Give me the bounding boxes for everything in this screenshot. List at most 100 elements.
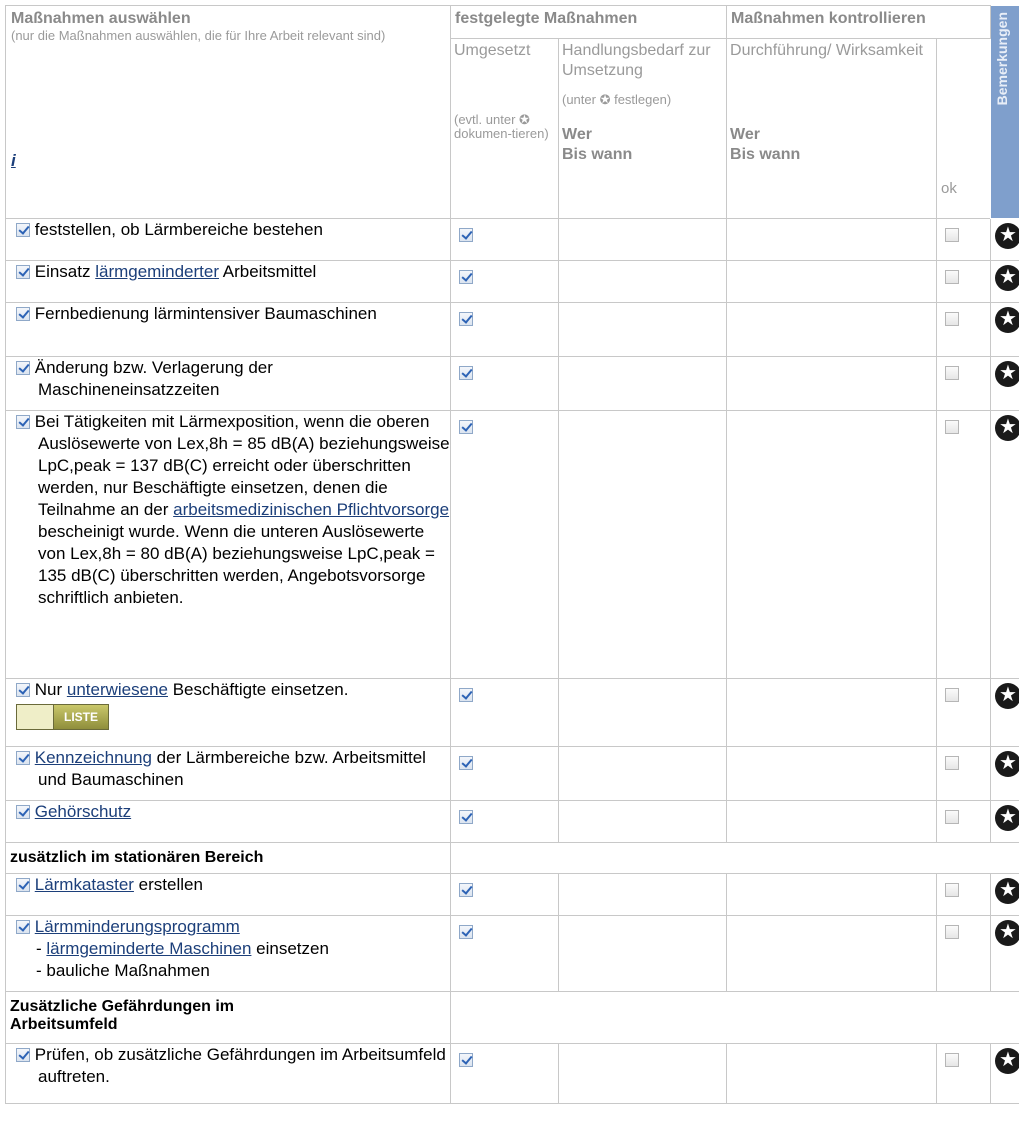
until-when-label-2: Bis wann xyxy=(730,146,801,163)
execution-cell[interactable] xyxy=(726,746,938,801)
implemented-checkbox[interactable] xyxy=(459,366,473,380)
ok-checkbox[interactable] xyxy=(945,925,960,939)
execution-cell[interactable] xyxy=(726,678,938,747)
implemented-checkbox[interactable] xyxy=(459,756,473,770)
info-link[interactable]: i xyxy=(11,151,16,170)
select-checkbox[interactable] xyxy=(16,223,30,237)
implemented-checkbox[interactable] xyxy=(459,312,473,326)
measure-link[interactable]: lärmgeminderter xyxy=(95,262,219,281)
remarks-star-icon[interactable] xyxy=(995,414,1019,441)
remarks-star-icon[interactable] xyxy=(995,919,1019,946)
measure-cell: Änderung bzw. Verlagerung der Maschinene… xyxy=(5,356,451,411)
section-title: zusätzlich im stationären Bereich xyxy=(5,842,451,874)
implemented-checkbox[interactable] xyxy=(459,420,473,434)
implemented-cell xyxy=(450,1043,559,1104)
ok-checkbox[interactable] xyxy=(945,228,960,242)
action-cell[interactable] xyxy=(557,410,728,679)
execution-cell[interactable] xyxy=(726,915,938,992)
implemented-cell xyxy=(450,915,559,992)
ok-cell xyxy=(936,678,992,747)
execution-cell[interactable] xyxy=(726,302,938,357)
remarks-star-icon[interactable] xyxy=(995,222,1019,249)
execution-cell[interactable] xyxy=(726,1043,938,1104)
table-row: Gehörschutz xyxy=(5,800,1019,843)
ok-cell xyxy=(936,800,992,843)
implemented-checkbox[interactable] xyxy=(459,270,473,284)
implemented-cell xyxy=(450,218,559,261)
remarks-star-icon[interactable] xyxy=(995,306,1019,333)
select-checkbox[interactable] xyxy=(16,683,30,697)
action-cell[interactable] xyxy=(557,302,728,357)
remarks-star-icon[interactable] xyxy=(995,804,1019,831)
action-cell[interactable] xyxy=(557,1043,728,1104)
section-filler xyxy=(449,991,1019,1044)
measure-link[interactable]: Lärmkataster xyxy=(35,875,134,894)
action-needed-header: Handlungsbedarf zur Umsetzung (unter ✪ f… xyxy=(557,38,728,219)
remarks-star-icon[interactable] xyxy=(995,750,1019,777)
measure-link[interactable]: Lärmminderungsprogramm xyxy=(35,917,240,936)
implemented-cell xyxy=(450,302,559,357)
select-checkbox[interactable] xyxy=(16,265,30,279)
remarks-star-icon[interactable] xyxy=(995,1047,1019,1074)
select-checkbox[interactable] xyxy=(16,361,30,375)
implemented-cell xyxy=(450,410,559,679)
implemented-checkbox[interactable] xyxy=(459,688,473,702)
who-label: Wer xyxy=(562,126,592,143)
table-row: Einsatz lärmgeminderter Arbeitsmittel xyxy=(5,260,1019,303)
measure-link[interactable]: arbeitsmedizinischen Pflichtvorsorge xyxy=(173,500,449,519)
action-cell[interactable] xyxy=(557,678,728,747)
ok-cell xyxy=(936,915,992,992)
execution-cell[interactable] xyxy=(726,356,938,411)
action-cell[interactable] xyxy=(557,356,728,411)
liste-button[interactable]: LISTE xyxy=(16,704,110,730)
remarks-star-icon[interactable] xyxy=(995,264,1019,291)
ok-checkbox[interactable] xyxy=(945,420,960,434)
remarks-star-icon[interactable] xyxy=(995,682,1019,709)
ok-checkbox[interactable] xyxy=(945,688,960,702)
ok-checkbox[interactable] xyxy=(945,366,960,380)
measure-link[interactable]: unterwiesene xyxy=(67,680,168,699)
select-checkbox[interactable] xyxy=(16,805,30,819)
ok-checkbox[interactable] xyxy=(945,883,960,897)
measure-label: Prüfen, ob zusätzliche Gefährdungen im A… xyxy=(34,1045,446,1086)
ok-checkbox[interactable] xyxy=(945,810,960,824)
select-checkbox[interactable] xyxy=(16,307,30,321)
sub-measure-link[interactable]: lärmgeminderte Maschinen xyxy=(46,939,251,958)
ok-cell xyxy=(936,873,992,916)
measure-link[interactable]: Kennzeichnung xyxy=(35,748,152,767)
implemented-checkbox[interactable] xyxy=(459,1053,473,1067)
execution-cell[interactable] xyxy=(726,800,938,843)
select-checkbox[interactable] xyxy=(16,415,30,429)
action-cell[interactable] xyxy=(557,873,728,916)
execution-cell[interactable] xyxy=(726,260,938,303)
remarks-star-icon[interactable] xyxy=(995,360,1019,387)
execution-cell[interactable] xyxy=(726,873,938,916)
section-row: Zusätzliche Gefährdungen im Arbeitsumfel… xyxy=(5,991,1019,1044)
action-cell[interactable] xyxy=(557,746,728,801)
table-row: Kennzeichnung der Lärmbereiche bzw. Arbe… xyxy=(5,746,1019,801)
action-cell[interactable] xyxy=(557,800,728,843)
remarks-cell xyxy=(990,410,1019,679)
action-cell[interactable] xyxy=(557,260,728,303)
measure-link[interactable]: Gehörschutz xyxy=(35,802,131,821)
select-checkbox[interactable] xyxy=(16,751,30,765)
remarks-cell xyxy=(990,678,1019,747)
action-cell[interactable] xyxy=(557,218,728,261)
ok-checkbox[interactable] xyxy=(945,312,960,326)
implemented-checkbox[interactable] xyxy=(459,883,473,897)
implemented-checkbox[interactable] xyxy=(459,810,473,824)
action-cell[interactable] xyxy=(557,915,728,992)
select-checkbox[interactable] xyxy=(16,920,30,934)
ok-checkbox[interactable] xyxy=(945,1053,960,1067)
ok-checkbox[interactable] xyxy=(945,756,960,770)
implemented-checkbox[interactable] xyxy=(459,228,473,242)
implemented-checkbox[interactable] xyxy=(459,925,473,939)
select-measures-header: Maßnahmen auswählen (nur die Maßnahmen a… xyxy=(5,5,451,219)
select-checkbox[interactable] xyxy=(16,878,30,892)
section-filler xyxy=(449,842,1019,874)
ok-checkbox[interactable] xyxy=(945,270,960,284)
execution-cell[interactable] xyxy=(726,218,938,261)
select-checkbox[interactable] xyxy=(16,1048,30,1062)
execution-cell[interactable] xyxy=(726,410,938,679)
remarks-star-icon[interactable] xyxy=(995,877,1019,904)
